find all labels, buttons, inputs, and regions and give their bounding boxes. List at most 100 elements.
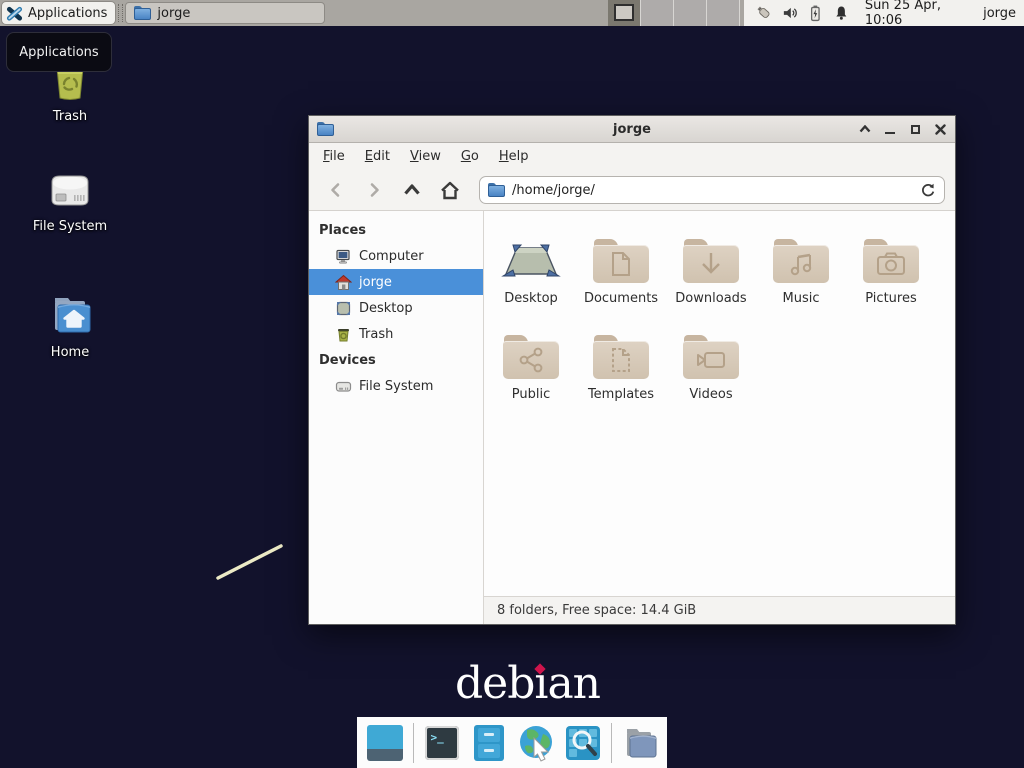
back-icon: [327, 181, 345, 199]
window-titlebar[interactable]: jorge: [309, 116, 955, 143]
workspace-3[interactable]: [674, 0, 707, 26]
show-desktop-icon: [367, 725, 403, 761]
sidebar-item-file-system[interactable]: File System: [309, 373, 483, 399]
shade-button[interactable]: [858, 122, 872, 136]
maximize-button[interactable]: [908, 122, 922, 136]
sidebar: Places Computer jorge: [309, 211, 484, 624]
home-button[interactable]: [433, 175, 467, 205]
sidebar-header-places: Places: [309, 217, 483, 243]
home-icon: [335, 274, 352, 291]
dock-panel: >_: [357, 717, 667, 768]
panel-username[interactable]: jorge: [983, 6, 1018, 21]
file-name: Public: [512, 387, 550, 402]
minimize-icon: [885, 132, 895, 134]
close-icon: [935, 124, 946, 135]
file-downloads[interactable]: Downloads: [666, 225, 756, 321]
desktop-icon: [335, 300, 352, 317]
volume-icon[interactable]: [782, 4, 799, 22]
dock-separator: [413, 723, 414, 763]
reload-icon[interactable]: [920, 182, 936, 198]
taskbar-window-button[interactable]: jorge: [125, 2, 325, 24]
home-icon: [440, 181, 460, 200]
debian-text: an: [547, 658, 600, 709]
system-tray: Sun 25 Apr, 10:06 jorge: [744, 0, 1024, 26]
applications-menu-label: Applications: [28, 6, 107, 21]
file-pictures[interactable]: Pictures: [846, 225, 936, 321]
desktop-icon-file-system[interactable]: File System: [22, 168, 118, 234]
menu-view[interactable]: View: [400, 145, 451, 168]
drive-icon: [46, 168, 94, 212]
file-name: Pictures: [865, 291, 916, 306]
app-finder-launcher[interactable]: [564, 724, 602, 762]
window-controls: [858, 122, 947, 136]
path-folder-icon: [488, 183, 505, 197]
show-desktop-button[interactable]: [366, 724, 404, 762]
directory-menu-button[interactable]: [621, 724, 659, 762]
directory-folder-icon: [621, 726, 659, 760]
file-templates[interactable]: Templates: [576, 321, 666, 417]
up-icon: [402, 182, 422, 198]
file-name: Videos: [689, 387, 732, 402]
back-button[interactable]: [319, 175, 353, 205]
menu-go[interactable]: Go: [451, 145, 489, 168]
debian-text: deb: [455, 658, 534, 709]
sidebar-item-computer[interactable]: Computer: [309, 243, 483, 269]
file-manager-window: jorge File Edit View Go Help: [308, 115, 956, 625]
statusbar: 8 folders, Free space: 14.4 GiB: [484, 596, 955, 624]
desktop-icon-label: Home: [51, 345, 89, 360]
sidebar-item-trash[interactable]: Trash: [309, 321, 483, 347]
applications-menu-button[interactable]: Applications: [1, 1, 116, 25]
file-manager-launcher[interactable]: [470, 724, 508, 762]
file-desktop[interactable]: Desktop: [486, 225, 576, 321]
file-documents[interactable]: Documents: [576, 225, 666, 321]
file-music[interactable]: Music: [756, 225, 846, 321]
sidebar-item-label: Desktop: [359, 301, 413, 316]
trash-icon: [335, 326, 352, 343]
terminal-launcher[interactable]: >_: [423, 724, 461, 762]
up-button[interactable]: [395, 175, 429, 205]
workspace-2[interactable]: [641, 0, 674, 26]
file-name: Downloads: [675, 291, 746, 306]
file-public[interactable]: Public: [486, 321, 576, 417]
desktop-icon-label: File System: [33, 219, 107, 234]
location-bar[interactable]: /home/jorge/: [479, 176, 945, 204]
window-content: Places Computer jorge: [309, 211, 955, 624]
workspace-pager[interactable]: [608, 0, 740, 26]
menu-file[interactable]: File: [313, 145, 355, 168]
web-browser-launcher[interactable]: [517, 724, 555, 762]
forward-icon: [365, 181, 383, 199]
menu-edit[interactable]: Edit: [355, 145, 400, 168]
workspace-1[interactable]: [608, 0, 641, 26]
desktop-icon-label: Trash: [53, 109, 87, 124]
toolbar: /home/jorge/: [309, 170, 955, 211]
maximize-icon: [911, 125, 920, 134]
top-panel: Applications jorge: [0, 0, 1024, 26]
desktop-icon-home[interactable]: Home: [22, 292, 118, 360]
drive-icon: [335, 378, 352, 395]
dock-separator: [611, 723, 612, 763]
sidebar-item-jorge[interactable]: jorge: [309, 269, 483, 295]
panel-clock[interactable]: Sun 25 Apr, 10:06: [865, 0, 974, 28]
home-folder-icon: [46, 292, 94, 338]
notifications-bell-icon[interactable]: [833, 4, 850, 22]
shade-icon: [859, 125, 871, 133]
sidebar-item-desktop[interactable]: Desktop: [309, 295, 483, 321]
applications-tooltip: Applications: [6, 32, 112, 72]
minimize-button[interactable]: [883, 122, 897, 136]
workspace-4[interactable]: [707, 0, 740, 26]
usb-device-icon[interactable]: [756, 4, 773, 22]
battery-charging-icon[interactable]: [807, 4, 824, 22]
share-glyph-icon: [518, 347, 544, 373]
close-button[interactable]: [933, 122, 947, 136]
menu-help[interactable]: Help: [489, 145, 539, 168]
sidebar-header-devices: Devices: [309, 347, 483, 373]
video-glyph-icon: [696, 348, 726, 372]
sidebar-item-label: Trash: [359, 327, 393, 342]
forward-button[interactable]: [357, 175, 391, 205]
sidebar-item-label: File System: [359, 379, 433, 394]
path-text[interactable]: /home/jorge/: [512, 183, 913, 198]
panel-separator-handle: [118, 4, 123, 22]
file-videos[interactable]: Videos: [666, 321, 756, 417]
taskbar-window-label: jorge: [157, 6, 190, 21]
terminal-icon: >_: [425, 726, 459, 760]
